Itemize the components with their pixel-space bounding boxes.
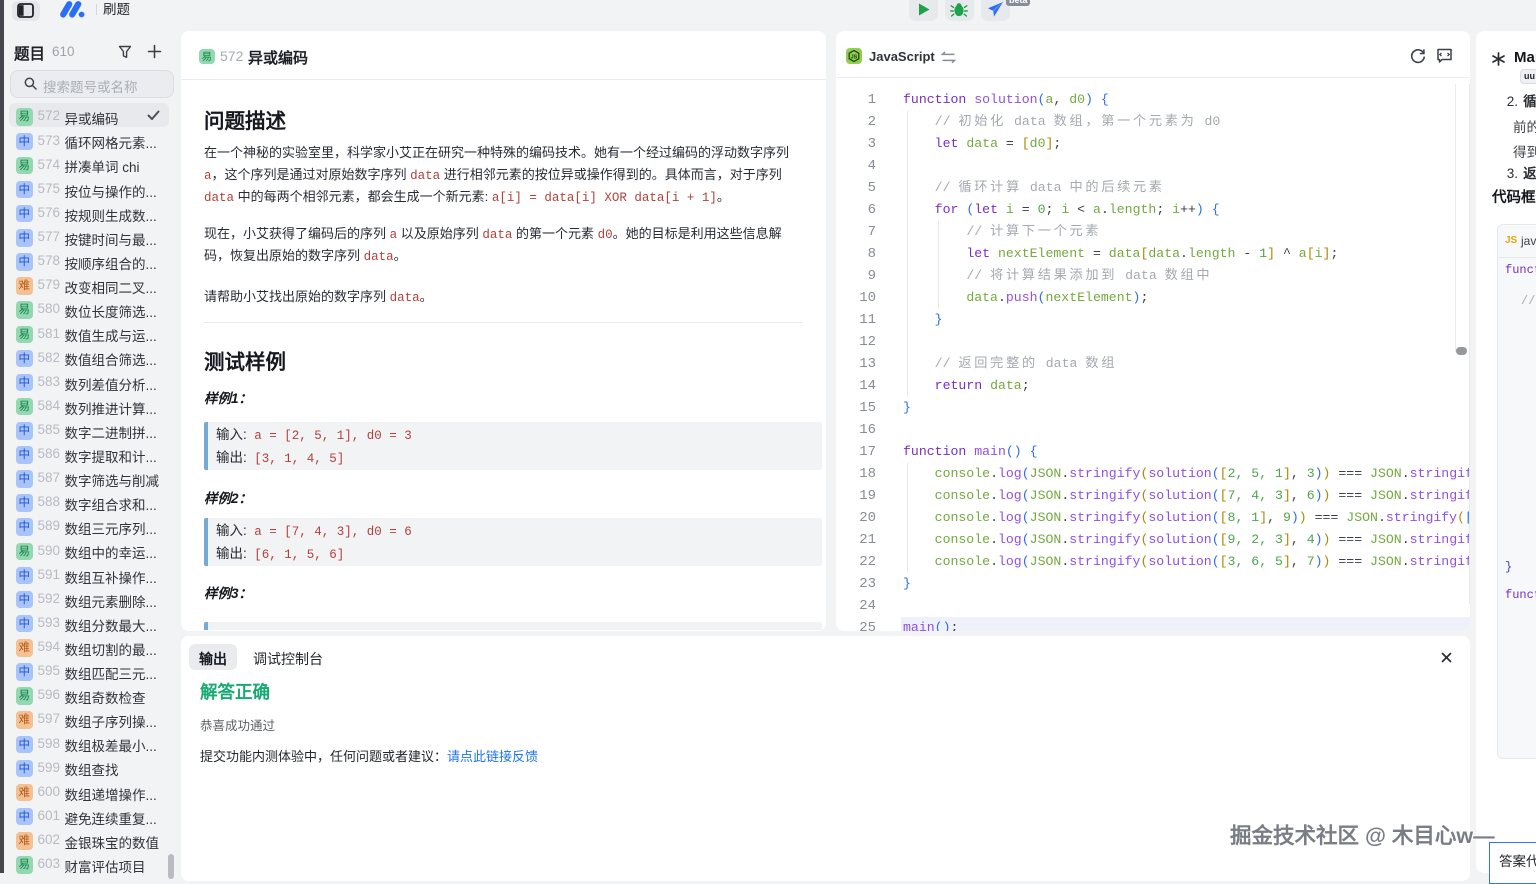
svg-text:JS: JS xyxy=(851,55,858,61)
